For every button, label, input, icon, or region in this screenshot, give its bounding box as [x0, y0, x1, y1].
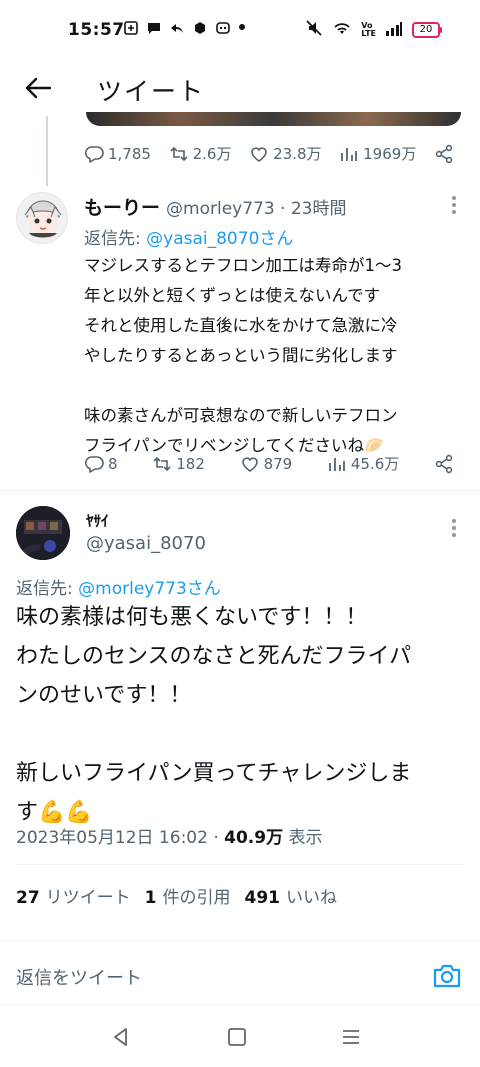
chat-notification-icon [147, 20, 161, 34]
reply-composer[interactable]: 返信をツイート [0, 948, 480, 1004]
reply-tweet-actions: 8 182 879 45.6万 [84, 453, 454, 474]
anime-avatar-icon [24, 200, 62, 238]
app-notification-icon [124, 20, 138, 35]
views-action[interactable]: 45.6万 [327, 453, 399, 474]
views-count: 45.6万 [350, 455, 400, 473]
more-options-button[interactable] [444, 193, 464, 217]
more-options-button[interactable] [444, 516, 464, 540]
replying-to: 返信先: @yasai_8070さん [84, 224, 293, 249]
system-nav-bar [0, 1006, 480, 1067]
main-handle[interactable]: @yasai_8070 [86, 533, 206, 554]
reply-action[interactable]: 1,785 [84, 144, 151, 164]
retweets-stat[interactable]: 27 リツイート [16, 883, 131, 908]
share-action[interactable] [434, 454, 454, 474]
nav-back-button[interactable] [110, 1026, 134, 1048]
bar-chart-icon [341, 147, 358, 161]
reply-tweet-header: もーりー @morley773 · 23時間 [84, 193, 347, 220]
like-count: 23.8万 [273, 145, 322, 163]
system-icons: Vo LTE 20 [305, 20, 442, 40]
reply-action[interactable]: 8 [84, 454, 118, 474]
display-name[interactable]: もーりー [84, 193, 160, 220]
previous-tweet-media[interactable] [86, 112, 461, 126]
replying-to-label: 返信先: [84, 229, 147, 249]
retweet-action[interactable]: 2.6万 [169, 143, 232, 164]
retweet-count: 2.6万 [192, 145, 232, 163]
quotes-count: 1 [144, 888, 157, 908]
tweet-timestamp: 2023年05月12日 16:02 · 40.9万 表示 [16, 823, 323, 848]
reply-tweet-text: マジレスするとテフロン加工は寿命が1〜3 年と以外と短くずっとは使えないんです … [84, 256, 402, 455]
arrow-left-icon [25, 77, 51, 99]
reply-icon [84, 145, 104, 163]
retweets-count: 27 [16, 888, 40, 908]
views-count: 40.9万 [224, 828, 284, 848]
status-bar: 15:57 Vo LTE 20 [0, 0, 480, 62]
reply-count: 8 [108, 454, 118, 473]
tweet-stats: 27 リツイート 1 件の引用 491 いいね [16, 883, 337, 908]
like-action[interactable]: 23.8万 [249, 143, 322, 164]
bar-chart-icon [328, 457, 345, 471]
divider [0, 490, 480, 491]
reply-icon [84, 455, 104, 473]
retweet-icon [153, 456, 171, 471]
nav-home-button[interactable] [226, 1026, 250, 1048]
heart-icon [241, 456, 258, 472]
replying-to-link[interactable]: @morley773さん [78, 579, 221, 599]
mute-icon [305, 20, 323, 40]
replying-to-link[interactable]: @yasai_8070さん [146, 229, 293, 249]
status-time: 15:57 [68, 20, 125, 40]
page-title: ツイート [97, 77, 206, 106]
menu-recents-icon [343, 1030, 359, 1044]
more-notifications-dot [239, 24, 245, 30]
nav-recents-button[interactable] [340, 1026, 364, 1048]
likes-count: 491 [244, 888, 281, 908]
battery-icon: 20 [412, 22, 442, 38]
profile-photo-icon [16, 506, 70, 560]
main-tweet-text: 味の素様は何も悪くないです！！！ わたしのセンスのなさと死んだフライパ ンのせい… [16, 605, 412, 825]
heart-icon [251, 146, 267, 162]
retweet-icon [170, 146, 188, 161]
reply-count: 1,785 [108, 144, 151, 163]
retweet-action[interactable]: 182 [152, 454, 205, 474]
views-action[interactable]: 1969万 [339, 143, 416, 164]
signal-icon [385, 21, 403, 40]
tweet-date[interactable]: 2023年05月12日 16:02 · [16, 828, 224, 848]
reply-notification-icon [170, 20, 184, 34]
likes-label: いいね [286, 888, 338, 908]
triangle-back-icon [114, 1028, 127, 1046]
avatar-morley[interactable] [16, 192, 68, 244]
app2-notification-icon [193, 20, 207, 34]
header: ツイート [0, 62, 480, 116]
divider [16, 864, 464, 865]
likes-stat[interactable]: 491 いいね [245, 883, 338, 908]
divider [0, 940, 480, 941]
like-count: 879 [263, 454, 293, 473]
thread-line [46, 116, 48, 186]
quotes-label: 件の引用 [162, 888, 231, 908]
camera-button[interactable] [432, 962, 462, 990]
quotes-stat[interactable]: 1 件の引用 [145, 883, 231, 908]
reply-input[interactable]: 返信をツイート [16, 964, 142, 990]
volte-icon: Vo LTE [361, 21, 376, 38]
handle-and-time[interactable]: @morley773 · 23時間 [166, 194, 346, 219]
views-label: 表示 [283, 828, 323, 848]
divider [0, 1004, 480, 1005]
back-button[interactable] [22, 72, 54, 104]
previous-tweet-actions: 1,785 2.6万 23.8万 1969万 [84, 143, 454, 164]
app3-notification-icon [216, 20, 230, 34]
square-home-icon [228, 1028, 246, 1046]
replying-to-label: 返信先: [16, 579, 79, 599]
camera-icon [433, 964, 461, 988]
notification-icons [124, 20, 245, 35]
retweets-label: リツイート [45, 888, 131, 908]
share-action[interactable] [434, 144, 454, 164]
share-icon [435, 144, 453, 163]
views-count: 1969万 [363, 145, 417, 163]
wifi-icon [332, 20, 352, 40]
like-action[interactable]: 879 [240, 454, 293, 474]
replying-to: 返信先: @morley773さん [16, 574, 221, 599]
main-display-name[interactable]: ﾔｻｲ [86, 510, 109, 531]
share-icon [435, 454, 453, 473]
retweet-count: 182 [176, 454, 205, 473]
avatar-yasai[interactable] [16, 506, 70, 560]
